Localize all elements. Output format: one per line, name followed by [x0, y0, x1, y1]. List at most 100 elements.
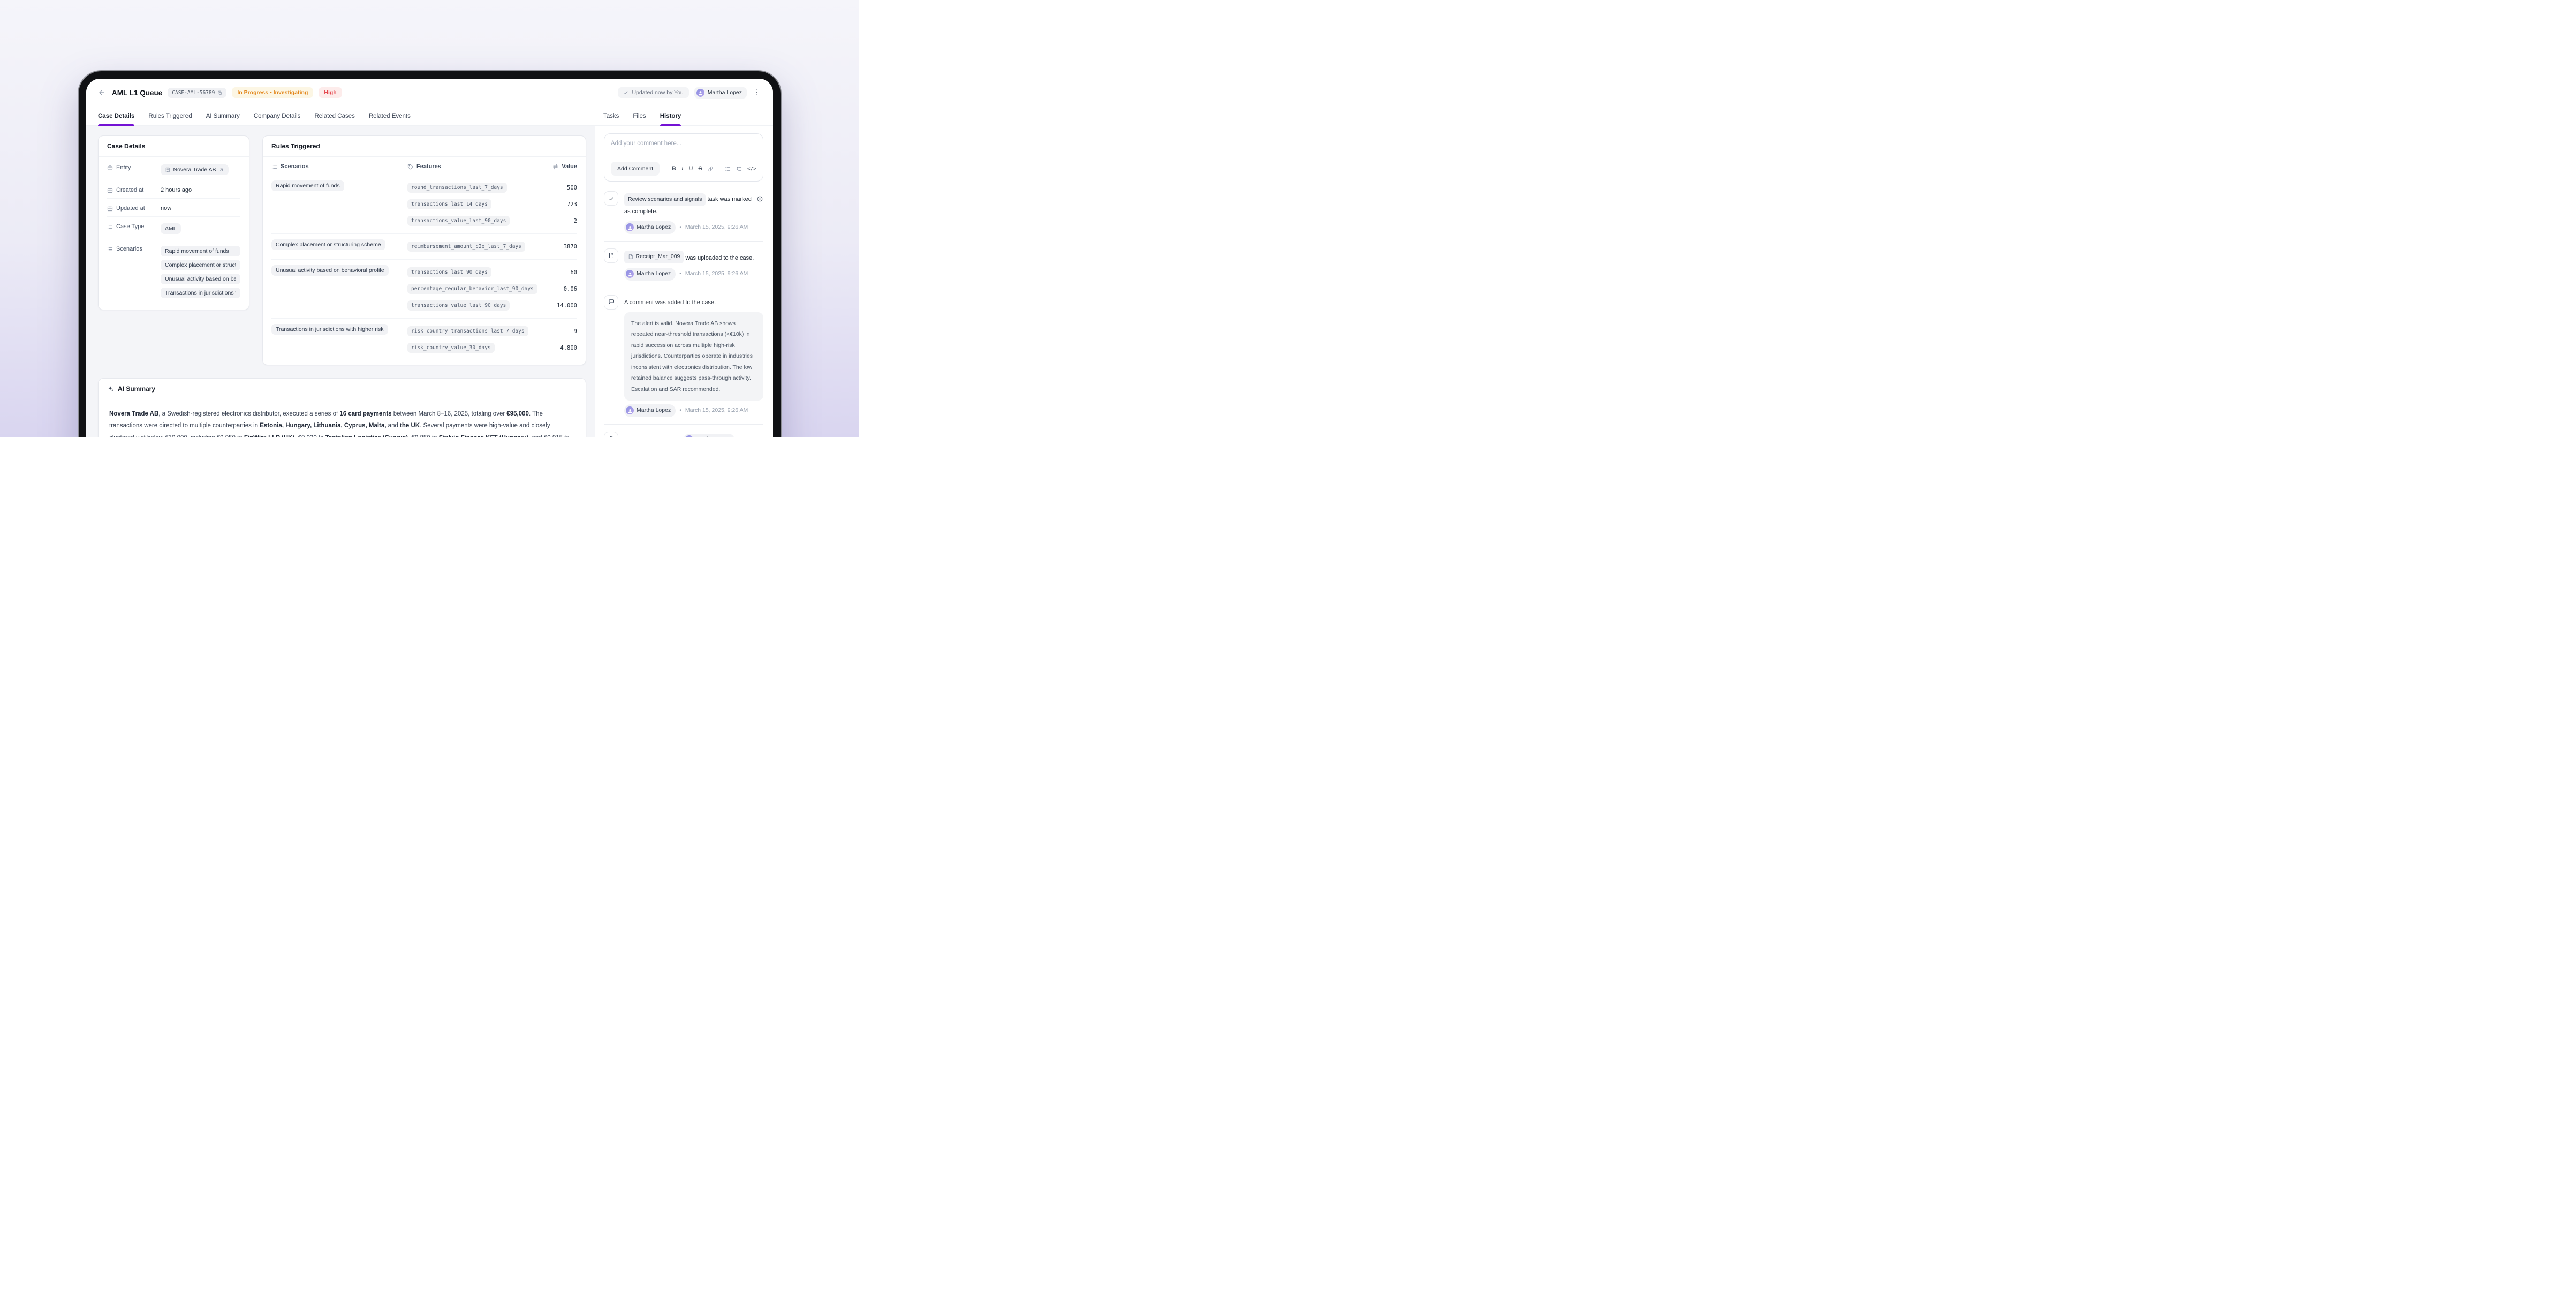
strike-button[interactable]: S [698, 165, 702, 172]
back-button[interactable] [98, 89, 105, 96]
field-label-text: Scenarios [116, 246, 142, 252]
timestamp: March 15, 2025, 9:26 AM [685, 222, 748, 233]
rules-title: Rules Triggered [263, 136, 586, 157]
author-chip[interactable]: Martha Lopez [624, 268, 676, 281]
ai-summary-title: AI Summary [118, 385, 155, 393]
field-label: Scenarios [107, 244, 156, 298]
cube-icon [107, 165, 113, 171]
field-row-entity: Entity Novera Trade AB [107, 158, 240, 180]
side-tab-tasks[interactable]: Tasks [603, 107, 619, 125]
content-area: Case Details EntityNovera Trade ABCreate… [86, 126, 773, 437]
column-header-features: Features [407, 163, 539, 170]
bold-button[interactable]: B [672, 165, 676, 172]
rule-features: reimbursement_amount_c2e_last_7_days 3870 [407, 238, 577, 255]
underline-button[interactable]: U [689, 165, 693, 172]
hash-icon [552, 164, 558, 170]
italic-button[interactable]: I [681, 165, 684, 172]
tab-case-details[interactable]: Case Details [98, 107, 134, 125]
page-title: AML L1 Queue [112, 89, 162, 97]
field-value: Novera Trade AB [161, 163, 240, 175]
scenario-chip: Transactions in jurisdictions with highe… [161, 288, 240, 298]
ordered-list-button[interactable] [736, 166, 742, 172]
status-badge[interactable]: In Progress • Investigating [232, 87, 313, 98]
review-scenarios-and-signals-chip[interactable]: Review scenarios and signals [624, 193, 706, 206]
device-frame: AML L1 Queue CASE-AML-56789 In Progress … [79, 71, 781, 437]
side-tab-history[interactable]: History [660, 107, 681, 125]
main-scroll-area[interactable]: Case Details EntityNovera Trade ABCreate… [86, 126, 595, 437]
column-header-value: Value [543, 163, 577, 170]
rule-group: Transactions in jurisdictions with highe… [271, 319, 577, 360]
calendar-icon [107, 206, 113, 212]
feature-chip: reimbursement_amount_c2e_last_7_days [407, 242, 525, 252]
rule-scenario: Unusual activity based on behavioral pro… [271, 264, 403, 314]
ai-summary-header: AI Summary [99, 379, 586, 399]
rule-scenario: Transactions in jurisdictions with highe… [271, 323, 403, 356]
code-button[interactable]: </> [747, 166, 756, 172]
feature-chip: transactions_value_last_90_days [407, 216, 510, 226]
entity-chip[interactable]: Novera Trade AB [161, 164, 229, 175]
tab-related-events[interactable]: Related Events [369, 107, 411, 125]
composer-actions: Add Comment BIUS </> [611, 162, 756, 176]
activity-panel[interactable]: Add your comment here... Add Comment BIU… [595, 126, 773, 437]
add-comment-button[interactable]: Add Comment [611, 162, 660, 176]
feature-chip: round_transactions_last_7_days [407, 183, 507, 193]
feature-value: 3870 [547, 244, 577, 250]
tag-icon [407, 164, 413, 170]
updated-indicator: Updated now by You [618, 87, 688, 98]
rules-table: ScenariosFeaturesValueRapid movement of … [263, 157, 586, 365]
tab-company-details[interactable]: Company Details [254, 107, 301, 125]
field-label-text: Entity [116, 164, 131, 171]
author-chip[interactable]: Martha Lopez [624, 221, 676, 234]
history-feed: Review scenarios and signals task was ma… [604, 191, 763, 437]
tab-related-cases[interactable]: Related Cases [314, 107, 354, 125]
feature-chip: transactions_last_90_days [407, 267, 491, 277]
feature-chip: transactions_value_last_90_days [407, 300, 510, 311]
ordered-list-icon [736, 166, 742, 172]
assignee-pill[interactable]: Martha Lopez [694, 87, 747, 99]
side-tab-files[interactable]: Files [633, 107, 646, 125]
rules-triggered-card: Rules Triggered ScenariosFeaturesValueRa… [262, 135, 586, 365]
scenario-chip: Rapid movement of funds [271, 180, 344, 191]
scenario-chip: Transactions in jurisdictions with highe… [271, 324, 388, 335]
rules-header-row: ScenariosFeaturesValue [271, 158, 577, 175]
history-check-icon [604, 191, 618, 206]
receipt-mar-009-chip[interactable]: Receipt_Mar_009 [624, 251, 684, 263]
feature-value: 14.000 [547, 303, 577, 309]
field-row-created-at: Created at2 hours ago [107, 180, 240, 199]
bullet-list-button[interactable] [725, 166, 731, 172]
feature-value: 723 [547, 201, 577, 208]
history-meta: Martha Lopez•March 15, 2025, 9:26 AM [624, 221, 763, 234]
history-divider [604, 241, 763, 242]
author-chip[interactable]: Martha Lopez [624, 404, 676, 417]
target-icon[interactable] [756, 191, 763, 207]
feature-chip: percentage_regular_behavior_last_90_days [407, 284, 537, 294]
link-button[interactable] [708, 166, 714, 172]
user-chip[interactable]: Martha Lopez [684, 434, 734, 437]
comment-composer: Add your comment here... Add Comment BIU… [604, 133, 763, 182]
feature-row: transactions_value_last_90_days 14.000 [407, 297, 577, 314]
history-item: A comment was added to the case.The aler… [604, 295, 763, 417]
building-icon [165, 167, 171, 173]
rule-group: Rapid movement of funds round_transaction… [271, 175, 577, 234]
case-id-badge[interactable]: CASE-AML-56789 [168, 88, 226, 98]
kebab-menu-icon[interactable]: ⋮ [752, 88, 761, 97]
feature-value: 60 [547, 269, 577, 276]
priority-badge[interactable]: High [319, 87, 342, 98]
comment-quote: The alert is valid. Novera Trade AB show… [624, 312, 763, 401]
feature-row: risk_country_value_30_days4.800 [407, 339, 577, 356]
feature-row: reimbursement_amount_c2e_last_7_days 3870 [407, 238, 577, 255]
feature-value: 500 [547, 185, 577, 191]
feature-row: percentage_regular_behavior_last_90_days… [407, 281, 577, 297]
check-icon [623, 90, 628, 95]
side-tabs: Tasks Files History [595, 107, 773, 125]
tab-ai-summary[interactable]: AI Summary [206, 107, 240, 125]
comment-input[interactable]: Add your comment here... [611, 140, 756, 162]
tab-rules-triggered[interactable]: Rules Triggered [148, 107, 192, 125]
calendar-icon [107, 187, 113, 193]
ai-summary-card: AI Summary Novera Trade AB, a Swedish-re… [98, 378, 586, 437]
file-icon [628, 254, 634, 260]
copy-icon[interactable] [217, 90, 222, 95]
feature-value: 0.06 [547, 286, 577, 292]
feature-row: transactions_last_14_days723 [407, 196, 577, 213]
field-label: Entity [107, 163, 156, 175]
